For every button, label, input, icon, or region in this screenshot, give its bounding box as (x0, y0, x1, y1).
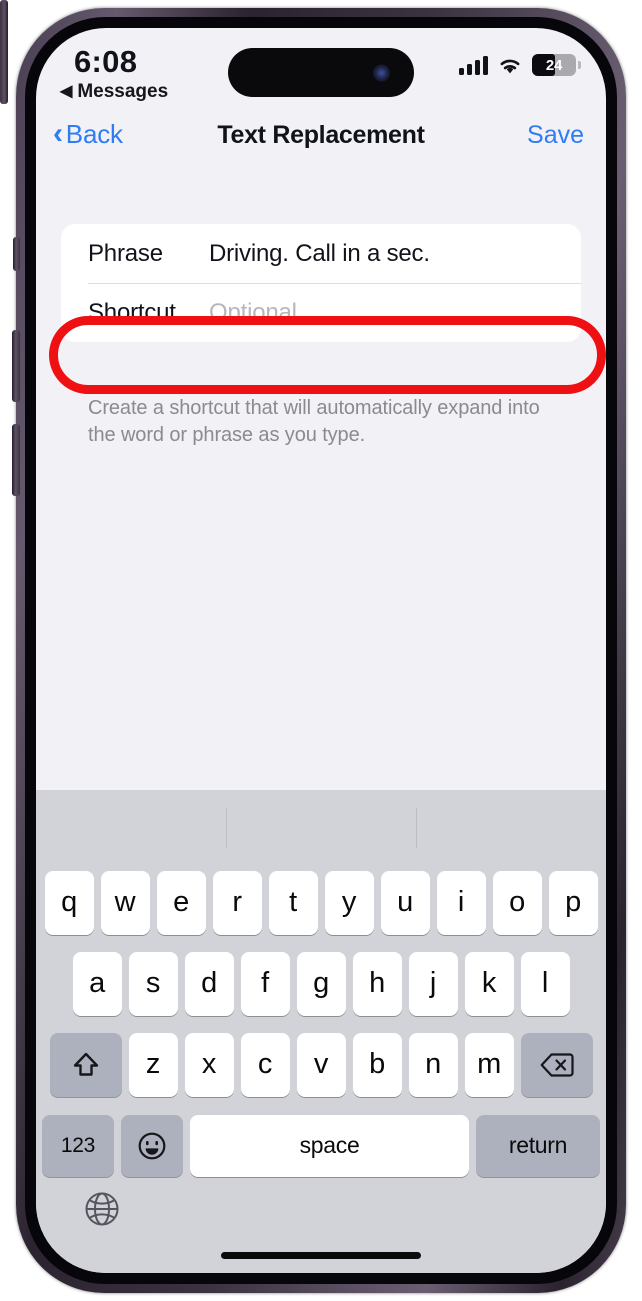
keyboard-row-2: asdfghjkl (36, 948, 606, 1019)
status-indicators: 24 (459, 54, 581, 76)
backspace-delete-icon (540, 1052, 574, 1077)
key-s[interactable]: s (128, 951, 178, 1016)
key-e[interactable]: e (156, 870, 206, 935)
save-button[interactable]: Save (527, 121, 584, 150)
predictive-divider (226, 808, 227, 848)
key-k[interactable]: k (464, 951, 514, 1016)
battery-indicator: 24 (532, 54, 581, 76)
keyboard-row-1: qwertyuiop (36, 867, 606, 938)
globe-language-key[interactable] (80, 1187, 124, 1231)
key-h[interactable]: h (352, 951, 402, 1016)
battery-percent-label: 24 (545, 56, 563, 74)
cellular-signal-icon (459, 55, 488, 75)
keyboard-row-4: 123 space return (36, 1110, 606, 1181)
back-to-messages-indicator[interactable]: ◀ Messages (60, 81, 168, 103)
key-d[interactable]: d (184, 951, 234, 1016)
key-m[interactable]: m (464, 1032, 514, 1097)
form-footer-note: Create a shortcut that will automaticall… (88, 397, 540, 446)
volume-down-button[interactable] (12, 424, 20, 496)
key-j[interactable]: j (408, 951, 458, 1016)
key-q[interactable]: q (44, 870, 94, 935)
key-r[interactable]: r (212, 870, 262, 935)
home-indicator[interactable] (221, 1252, 421, 1259)
key-w[interactable]: w (100, 870, 150, 935)
space-key[interactable]: space (190, 1114, 469, 1177)
emoji-smiley-icon (138, 1132, 166, 1159)
shortcut-row[interactable]: Shortcut Optional (61, 283, 581, 342)
phone-screen: 6:08 ◀ Messages 24 ‹ Back Text Replaceme… (36, 28, 606, 1273)
predictive-text-bar[interactable] (36, 790, 606, 867)
key-g[interactable]: g (296, 951, 346, 1016)
shift-key[interactable] (49, 1032, 122, 1097)
key-f[interactable]: f (240, 951, 290, 1016)
phrase-row[interactable]: Phrase Driving. Call in a sec. (61, 224, 581, 283)
power-button[interactable] (0, 0, 8, 104)
key-v[interactable]: v (296, 1032, 346, 1097)
key-l[interactable]: l (520, 951, 570, 1016)
dynamic-island (228, 48, 414, 97)
key-c[interactable]: c (240, 1032, 290, 1097)
keyboard-row-3: zxcvbnm (36, 1029, 606, 1100)
status-time: 6:08 (74, 44, 138, 79)
key-b[interactable]: b (352, 1032, 402, 1097)
backspace-key[interactable] (520, 1032, 593, 1097)
numeric-keyboard-key[interactable]: 123 (42, 1114, 114, 1177)
key-u[interactable]: u (380, 870, 430, 935)
shift-arrow-icon (73, 1052, 98, 1076)
navigation-bar: ‹ Back Text Replacement Save (36, 112, 606, 166)
globe-language-icon (85, 1192, 119, 1226)
key-o[interactable]: o (492, 870, 542, 935)
key-i[interactable]: i (436, 870, 486, 935)
return-key[interactable]: return (476, 1114, 600, 1177)
wifi-icon (500, 59, 520, 73)
front-camera-icon (373, 64, 390, 81)
key-y[interactable]: y (324, 870, 374, 935)
back-to-app-label: Messages (77, 81, 169, 102)
predictive-divider (416, 808, 417, 848)
phrase-label: Phrase (88, 239, 163, 267)
onscreen-keyboard: qwertyuiop asdfghjkl zxcvbnm 123 space r… (36, 790, 606, 1273)
screenshot-stage: 6:08 ◀ Messages 24 ‹ Back Text Replaceme… (0, 0, 642, 1301)
volume-up-button[interactable] (12, 330, 20, 402)
shortcut-label: Shortcut (88, 298, 176, 326)
key-x[interactable]: x (184, 1032, 234, 1097)
emoji-key[interactable] (121, 1114, 183, 1177)
key-t[interactable]: t (268, 870, 318, 935)
status-bar: 6:08 ◀ Messages 24 (36, 28, 606, 112)
keyboard-row-3-letters: zxcvbnm (128, 1032, 514, 1097)
back-triangle-icon: ◀ (60, 83, 73, 100)
page-title: Text Replacement (217, 121, 425, 149)
key-n[interactable]: n (408, 1032, 458, 1097)
phrase-input[interactable]: Driving. Call in a sec. (209, 240, 430, 268)
key-a[interactable]: a (72, 951, 122, 1016)
text-replacement-form: Phrase Driving. Call in a sec. Shortcut … (61, 224, 581, 342)
keyboard-globe-row (36, 1181, 606, 1243)
shortcut-input[interactable]: Optional (209, 299, 297, 327)
mute-switch[interactable] (13, 237, 20, 271)
key-p[interactable]: p (548, 870, 598, 935)
key-z[interactable]: z (128, 1032, 178, 1097)
